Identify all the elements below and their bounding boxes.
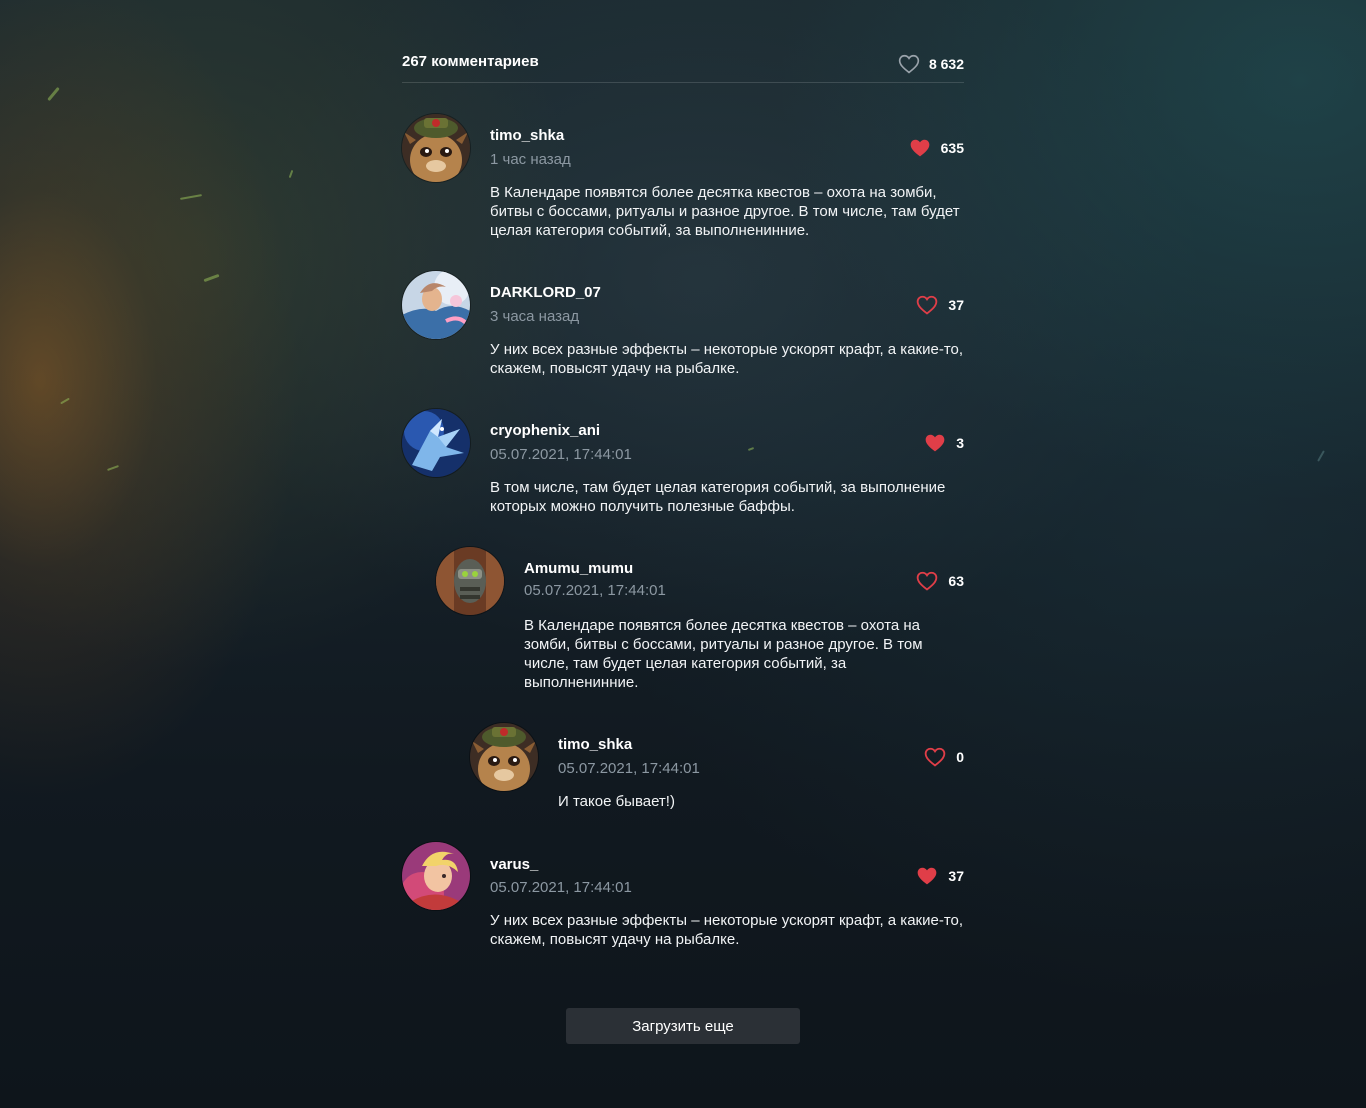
avatar[interactable] <box>402 271 470 339</box>
like-button[interactable]: 3 <box>924 432 964 454</box>
like-count: 3 <box>956 435 964 451</box>
avatar[interactable] <box>436 547 504 615</box>
like-count: 37 <box>948 868 964 884</box>
like-button[interactable]: 0 <box>924 746 964 768</box>
comments-header: 267 комментариев 8 632 <box>402 52 964 83</box>
background-particle <box>179 194 203 200</box>
heart-outline-icon[interactable] <box>916 294 938 316</box>
background-particle <box>1317 450 1325 462</box>
comment-time: 3 часа назад <box>490 308 580 325</box>
heart-outline-icon[interactable] <box>898 53 920 75</box>
background-particle <box>60 397 70 405</box>
background-particle <box>288 169 294 179</box>
comments-section: 267 комментариев 8 632 timo_shka 1 час н… <box>402 0 964 1108</box>
background-particle <box>107 465 119 471</box>
avatar[interactable] <box>402 409 470 477</box>
like-count: 0 <box>956 749 964 765</box>
comment-time: 05.07.2021, 17:44:01 <box>490 446 632 463</box>
username[interactable]: DARKLORD_07 <box>490 284 601 301</box>
total-likes-count: 8 632 <box>928 56 964 72</box>
comment-time: 05.07.2021, 17:44:01 <box>524 582 666 599</box>
heart-filled-icon[interactable] <box>909 137 931 159</box>
teemo-avatar-icon <box>402 114 470 182</box>
comment: DARKLORD_07 3 часа назад 37 У них всех р… <box>402 271 964 381</box>
anivia-avatar-icon <box>402 409 470 477</box>
background-particle <box>203 273 220 283</box>
like-count: 63 <box>948 573 964 589</box>
heart-filled-icon[interactable] <box>916 865 938 887</box>
comment-text: У них всех разные эффекты – некоторые ус… <box>490 341 964 377</box>
like-count: 635 <box>940 140 964 156</box>
comment: varus_ 05.07.2021, 17:44:01 37 У них все… <box>402 842 964 952</box>
username[interactable]: varus_ <box>490 856 538 873</box>
comment-time: 05.07.2021, 17:44:01 <box>558 760 700 777</box>
comment-text: У них всех разные эффекты – некоторые ус… <box>490 912 964 948</box>
username[interactable]: cryophenix_ani <box>490 422 600 439</box>
heart-filled-icon[interactable] <box>924 432 946 454</box>
username[interactable]: timo_shka <box>490 127 564 144</box>
like-button[interactable]: 63 <box>916 570 964 592</box>
comment-reply: Amumu_mumu 05.07.2021, 17:44:01 63 В Кал… <box>436 547 964 697</box>
teemo-avatar-icon <box>470 723 538 791</box>
comment-text: В Календаре появятся более десятка квест… <box>490 184 960 239</box>
comments-count: 267 комментариев <box>402 53 539 70</box>
heart-outline-icon[interactable] <box>916 570 938 592</box>
avatar[interactable] <box>402 842 470 910</box>
avatar[interactable] <box>470 723 538 791</box>
comment: timo_shka 1 час назад 635 В Календаре по… <box>402 114 964 244</box>
comment-text: В том числе, там будет целая категория с… <box>490 479 946 515</box>
amumu-avatar-icon <box>436 547 504 615</box>
like-button[interactable]: 37 <box>916 865 964 887</box>
background-particle <box>47 86 60 102</box>
heart-outline-icon[interactable] <box>924 746 946 768</box>
comment-reply: timo_shka 05.07.2021, 17:44:01 0 И такое… <box>470 723 964 823</box>
comment: cryophenix_ani 05.07.2021, 17:44:01 3 В … <box>402 409 964 519</box>
username[interactable]: timo_shka <box>558 736 632 753</box>
avatar[interactable] <box>402 114 470 182</box>
load-more-button[interactable]: Загрузить еще <box>566 1008 800 1044</box>
comment-text: В Календаре появятся более десятка квест… <box>524 617 923 691</box>
comment-time: 1 час назад <box>490 151 571 168</box>
total-likes[interactable]: 8 632 <box>898 53 964 75</box>
ezreal-avatar-icon <box>402 271 470 339</box>
comment-text: И такое бывает!) <box>558 793 675 810</box>
comment-time: 05.07.2021, 17:44:01 <box>490 879 632 896</box>
varus-avatar-icon <box>402 842 470 910</box>
username[interactable]: Amumu_mumu <box>524 560 633 577</box>
like-button[interactable]: 635 <box>909 137 964 159</box>
like-button[interactable]: 37 <box>916 294 964 316</box>
like-count: 37 <box>948 297 964 313</box>
